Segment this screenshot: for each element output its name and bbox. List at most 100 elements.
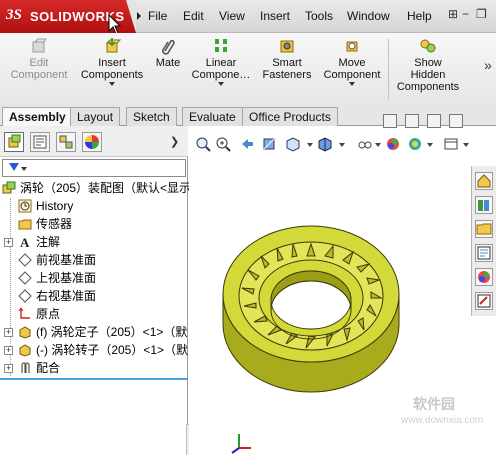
view-settings-dropdown-icon[interactable]: [463, 143, 469, 147]
tree-root-assembly[interactable]: 涡轮（205）装配图（默认<显示: [2, 179, 191, 197]
apply-scene-dropdown-icon[interactable]: [427, 143, 433, 147]
tree-item-mates[interactable]: 配合: [18, 359, 60, 377]
hide-show-items-icon[interactable]: [357, 136, 373, 152]
turbine-assembly-model[interactable]: [211, 222, 411, 402]
assembly-icon: [2, 181, 16, 194]
edit-component-icon: [32, 38, 47, 53]
home-icon[interactable]: [475, 172, 493, 190]
view-settings-icon[interactable]: [443, 136, 459, 152]
task-pane: [471, 166, 496, 316]
edit-component-label: Edit Component: [10, 57, 68, 81]
insert-components-dropdown-icon[interactable]: [109, 82, 115, 86]
display-style-dropdown-icon[interactable]: [339, 143, 345, 147]
heads-up-view-toolbar: [189, 134, 479, 156]
viewport-minimize-icon[interactable]: [405, 114, 419, 128]
linear-component-dropdown-icon[interactable]: [218, 82, 224, 86]
menu-expand-icon[interactable]: [137, 12, 141, 20]
tree-item-origin[interactable]: 原点: [18, 305, 60, 323]
expand-mates-icon[interactable]: +: [4, 364, 13, 373]
expand-component-1-icon[interactable]: +: [4, 328, 13, 337]
linear-pattern-icon: [215, 39, 227, 52]
tab-assembly[interactable]: Assembly: [2, 107, 73, 127]
view-palette-icon[interactable]: [475, 244, 493, 262]
tree-item-right-plane[interactable]: 右视基准面: [18, 287, 96, 305]
color-wheel-icon: [85, 135, 99, 149]
property-manager-tab[interactable]: [30, 132, 50, 152]
tree-item-label: History: [36, 199, 74, 213]
previous-view-icon[interactable]: [239, 136, 255, 152]
file-explorer-icon[interactable]: [475, 220, 493, 238]
linear-component-pattern-button[interactable]: Linear Compone…: [188, 37, 254, 86]
expand-annotations-icon[interactable]: +: [4, 238, 13, 247]
tree-item-sensors[interactable]: 传感器: [18, 215, 72, 233]
menu-tools[interactable]: Tools: [305, 9, 333, 23]
insert-components-label: Insert Components: [80, 57, 144, 81]
panel-scroll-icon[interactable]: ❯: [170, 135, 179, 148]
view-orientation-icon[interactable]: [285, 136, 301, 152]
apply-scene-icon[interactable]: [407, 136, 423, 152]
minimize-icon[interactable]: −: [462, 7, 469, 21]
show-hidden-icon: [420, 39, 436, 53]
zoom-to-fit-icon[interactable]: [195, 136, 211, 152]
show-hidden-components-button[interactable]: Show Hidden Components: [392, 37, 464, 93]
tab-evaluate[interactable]: Evaluate: [182, 107, 243, 126]
property-icon: [33, 135, 47, 149]
move-component-dropdown-icon[interactable]: [349, 82, 355, 86]
appearances-icon[interactable]: [475, 268, 493, 286]
tree-item-history[interactable]: History: [18, 197, 73, 215]
tree-item-stator[interactable]: (f) 涡轮定子（205）<1>（默: [18, 323, 187, 341]
tree-item-label: 原点: [36, 307, 61, 321]
display-style-icon[interactable]: [317, 136, 333, 152]
menu-file[interactable]: File: [148, 9, 167, 23]
tree-item-label: 注解: [36, 235, 61, 249]
tree-item-rotor[interactable]: (-) 涡轮转子（205）<1>（默: [18, 341, 188, 359]
insert-components-button[interactable]: Insert Components: [76, 37, 148, 86]
tree-item-top-plane[interactable]: 上视基准面: [18, 269, 96, 287]
svg-text:A: A: [20, 235, 30, 249]
menu-edit[interactable]: Edit: [183, 9, 204, 23]
linear-component-label: Linear Compone…: [191, 57, 251, 81]
mate-label: Mate: [155, 57, 181, 69]
tab-sketch[interactable]: Sketch: [126, 107, 177, 126]
viewport-tile-icon[interactable]: [383, 114, 397, 128]
expand-component-2-icon[interactable]: +: [4, 346, 13, 355]
zoom-area-icon[interactable]: [215, 136, 231, 152]
menu-view[interactable]: View: [219, 9, 245, 23]
configuration-manager-tab[interactable]: [56, 132, 76, 152]
viewport-restore-icon[interactable]: [427, 114, 441, 128]
viewport-close-icon[interactable]: [449, 114, 463, 128]
panel-divider[interactable]: [0, 378, 188, 380]
move-component-icon: [346, 41, 358, 52]
edit-component-button[interactable]: Edit Component: [6, 37, 72, 81]
tab-layout[interactable]: Layout: [70, 107, 121, 126]
hide-show-dropdown-icon[interactable]: [375, 143, 381, 147]
mate-button[interactable]: Mate: [150, 37, 186, 69]
feature-manager-tab[interactable]: [4, 132, 24, 152]
move-component-button[interactable]: Move Component: [318, 37, 386, 86]
custom-properties-icon[interactable]: [475, 292, 493, 310]
insert-components-icon: [105, 38, 121, 53]
section-view-icon[interactable]: [261, 136, 277, 152]
tab-office-products[interactable]: Office Products: [242, 107, 338, 126]
tree-item-annotations[interactable]: A 注解: [18, 233, 60, 251]
edit-appearance-icon[interactable]: [385, 136, 401, 152]
design-library-icon[interactable]: [475, 196, 493, 214]
tree-item-front-plane[interactable]: 前视基准面: [18, 251, 96, 269]
restore-icon[interactable]: ❐: [476, 7, 487, 21]
tree-item-label: (f) 涡轮定子（205）<1>（默: [36, 325, 188, 339]
filter-dropdown-icon[interactable]: [21, 167, 27, 171]
command-overflow-icon[interactable]: »: [484, 57, 492, 73]
part-icon: [19, 326, 31, 339]
smart-fasteners-button[interactable]: Smart Fasteners: [258, 37, 316, 81]
menu-help[interactable]: Help: [407, 9, 432, 23]
pin-icon[interactable]: ⊞: [448, 7, 458, 21]
display-manager-tab[interactable]: [82, 132, 102, 152]
filter-icon: [9, 163, 19, 171]
graphics-viewport[interactable]: 软件园 www.downxia.com: [189, 114, 496, 455]
view-orientation-dropdown-icon[interactable]: [307, 143, 313, 147]
tree-filter[interactable]: [2, 159, 186, 177]
menu-insert[interactable]: Insert: [260, 9, 290, 23]
move-component-label: Move Component: [323, 57, 381, 81]
configuration-icon: [59, 135, 73, 149]
menu-window[interactable]: Window: [347, 9, 390, 23]
